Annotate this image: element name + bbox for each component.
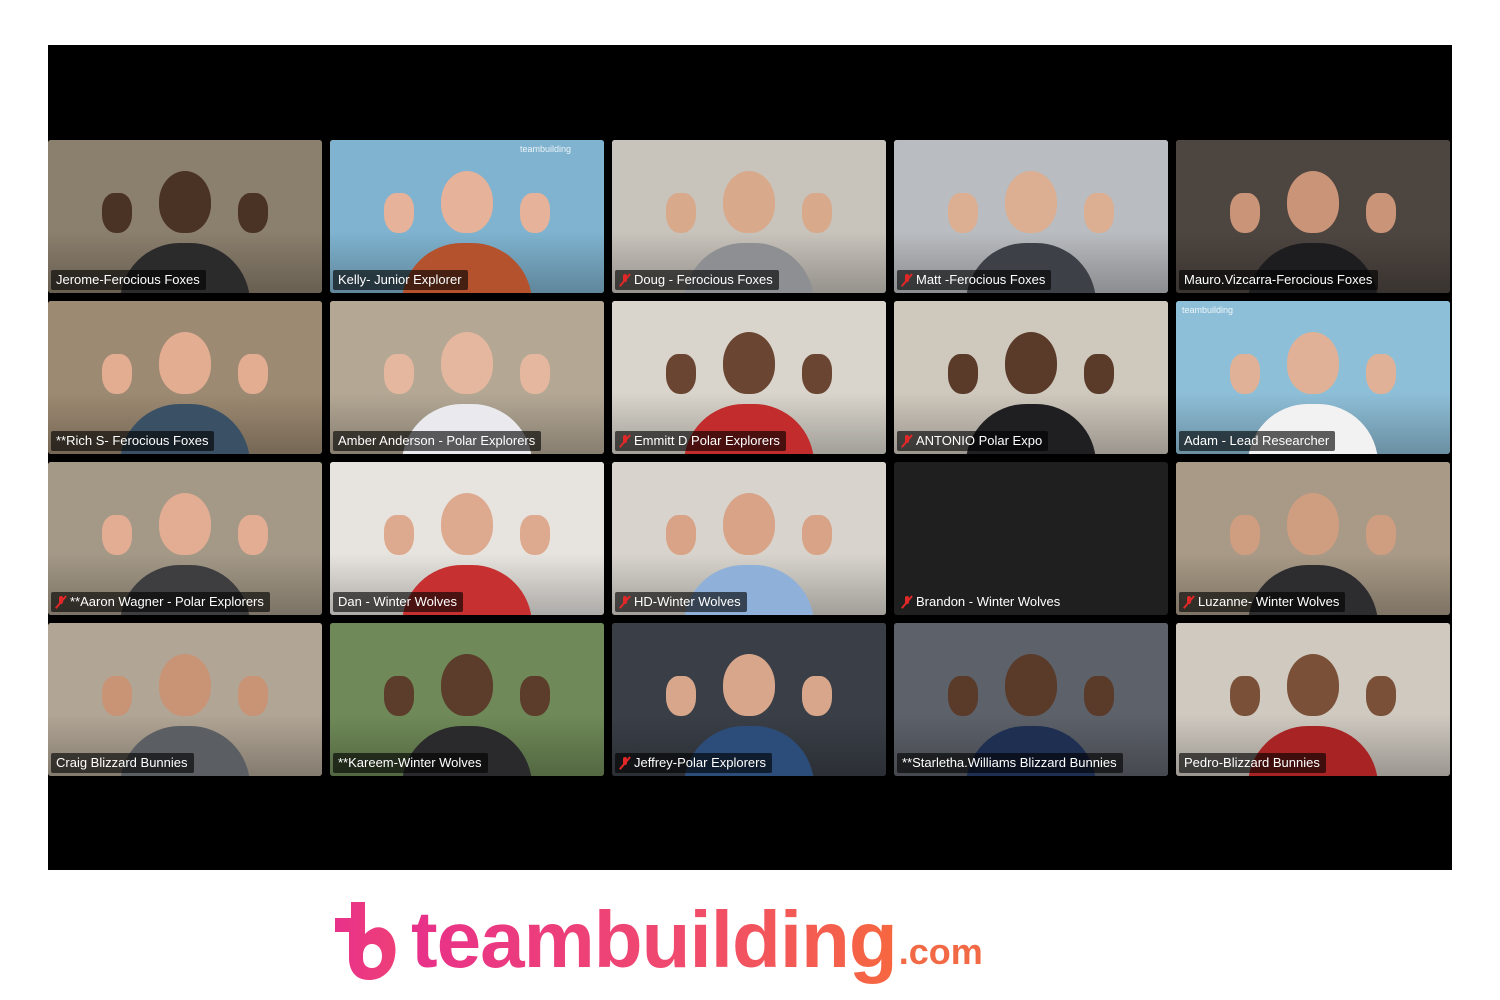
virtual-background-watermark: teambuilding: [1182, 305, 1234, 315]
participant-name-tag: **Aaron Wagner - Polar Explorers: [51, 592, 270, 612]
participant-tile[interactable]: Jerome-Ferocious Foxes: [48, 140, 322, 293]
teambuilding-logo: teambuilding .com: [325, 880, 983, 990]
participant-name: Matt -Ferocious Foxes: [916, 272, 1046, 287]
participant-tile[interactable]: **Starletha.Williams Blizzard Bunnies: [894, 623, 1168, 776]
participant-name: HD-Winter Wolves: [634, 594, 741, 609]
mic-muted-icon: [620, 434, 630, 448]
participant-tile[interactable]: Emmitt D Polar Explorers: [612, 301, 886, 454]
participant-tile[interactable]: Jeffrey-Polar Explorers: [612, 623, 886, 776]
participant-tile[interactable]: Mauro.Vizcarra-Ferocious Foxes: [1176, 140, 1450, 293]
participant-name-tag: **Kareem-Winter Wolves: [333, 753, 488, 773]
participant-name-tag: Dan - Winter Wolves: [333, 592, 463, 612]
participant-name-tag: Matt -Ferocious Foxes: [897, 270, 1052, 290]
participant-name-tag: Amber Anderson - Polar Explorers: [333, 431, 542, 451]
participant-name: **Rich S- Ferocious Foxes: [56, 433, 209, 448]
participant-name-tag: **Starletha.Williams Blizzard Bunnies: [897, 753, 1123, 773]
participant-name-tag: Pedro-Blizzard Bunnies: [1179, 753, 1326, 773]
participant-name-tag: Jeffrey-Polar Explorers: [615, 753, 772, 773]
video-meeting-window: Jerome-Ferocious Foxes teambuilding Kelly-…: [48, 45, 1452, 870]
brand-suffix: .com: [898, 931, 983, 972]
mic-muted-icon: [902, 595, 912, 609]
participant-tile[interactable]: Matt -Ferocious Foxes: [894, 140, 1168, 293]
participant-tile[interactable]: **Rich S- Ferocious Foxes: [48, 301, 322, 454]
participant-tile[interactable]: **Aaron Wagner - Polar Explorers: [48, 462, 322, 615]
participant-name: **Kareem-Winter Wolves: [338, 755, 482, 770]
participant-name: Mauro.Vizcarra-Ferocious Foxes: [1184, 272, 1373, 287]
participant-name: Emmitt D Polar Explorers: [634, 433, 780, 448]
participant-name: Luzanne- Winter Wolves: [1198, 594, 1340, 609]
participant-tile[interactable]: ANTONIO Polar Expo: [894, 301, 1168, 454]
participant-name-tag: **Rich S- Ferocious Foxes: [51, 431, 215, 451]
participant-name-tag: Jerome-Ferocious Foxes: [51, 270, 206, 290]
brand-wordmark: teambuilding: [411, 890, 898, 990]
participant-name-tag: Emmitt D Polar Explorers: [615, 431, 786, 451]
participant-name: Craig Blizzard Bunnies: [56, 755, 188, 770]
participant-name-tag: Doug - Ferocious Foxes: [615, 270, 779, 290]
participant-name-tag: Luzanne- Winter Wolves: [1179, 592, 1346, 612]
virtual-background-watermark: teambuilding: [520, 144, 572, 154]
participant-name-tag: HD-Winter Wolves: [615, 592, 747, 612]
mic-muted-icon: [1184, 595, 1194, 609]
participant-name: Amber Anderson - Polar Explorers: [338, 433, 536, 448]
participant-name-tag: Adam - Lead Researcher: [1179, 431, 1336, 451]
teambuilding-logo-mark-icon: [335, 902, 396, 980]
participant-tile[interactable]: Pedro-Blizzard Bunnies: [1176, 623, 1450, 776]
participant-name: **Aaron Wagner - Polar Explorers: [70, 594, 264, 609]
participant-name: **Starletha.Williams Blizzard Bunnies: [902, 755, 1117, 770]
participant-tile[interactable]: **Kareem-Winter Wolves: [330, 623, 604, 776]
participant-tile[interactable]: Dan - Winter Wolves: [330, 462, 604, 615]
participant-name: Kelly- Junior Explorer: [338, 272, 462, 287]
participant-tile[interactable]: HD-Winter Wolves: [612, 462, 886, 615]
mic-muted-icon: [620, 595, 630, 609]
participant-tile[interactable]: Luzanne- Winter Wolves: [1176, 462, 1450, 615]
participant-name: Adam - Lead Researcher: [1184, 433, 1330, 448]
participant-tile[interactable]: Craig Blizzard Bunnies: [48, 623, 322, 776]
mic-muted-icon: [902, 273, 912, 287]
participant-tile[interactable]: Brandon - Winter Wolves: [894, 462, 1168, 615]
participant-name-tag: ANTONIO Polar Expo: [897, 431, 1049, 451]
participant-tile[interactable]: Amber Anderson - Polar Explorers: [330, 301, 604, 454]
participant-name-tag: Craig Blizzard Bunnies: [51, 753, 194, 773]
participant-tile[interactable]: teambuilding Adam - Lead Researcher: [1176, 301, 1450, 454]
participant-name: Dan - Winter Wolves: [338, 594, 457, 609]
mic-muted-icon: [620, 756, 630, 770]
participant-name: Pedro-Blizzard Bunnies: [1184, 755, 1320, 770]
participant-name: Jerome-Ferocious Foxes: [56, 272, 200, 287]
participant-name: Brandon - Winter Wolves: [916, 594, 1061, 609]
mic-muted-icon: [56, 595, 66, 609]
participant-name: Jeffrey-Polar Explorers: [634, 755, 766, 770]
participant-grid: Jerome-Ferocious Foxes teambuilding Kelly-…: [48, 140, 1452, 780]
participant-name: Doug - Ferocious Foxes: [634, 272, 773, 287]
participant-tile[interactable]: Doug - Ferocious Foxes: [612, 140, 886, 293]
participant-name-tag: Mauro.Vizcarra-Ferocious Foxes: [1179, 270, 1379, 290]
participant-name: ANTONIO Polar Expo: [916, 433, 1043, 448]
participant-tile[interactable]: teambuilding Kelly- Junior Explorer: [330, 140, 604, 293]
participant-name-tag: Kelly- Junior Explorer: [333, 270, 468, 290]
participant-name-tag: Brandon - Winter Wolves: [897, 592, 1066, 612]
mic-muted-icon: [620, 273, 630, 287]
mic-muted-icon: [902, 434, 912, 448]
